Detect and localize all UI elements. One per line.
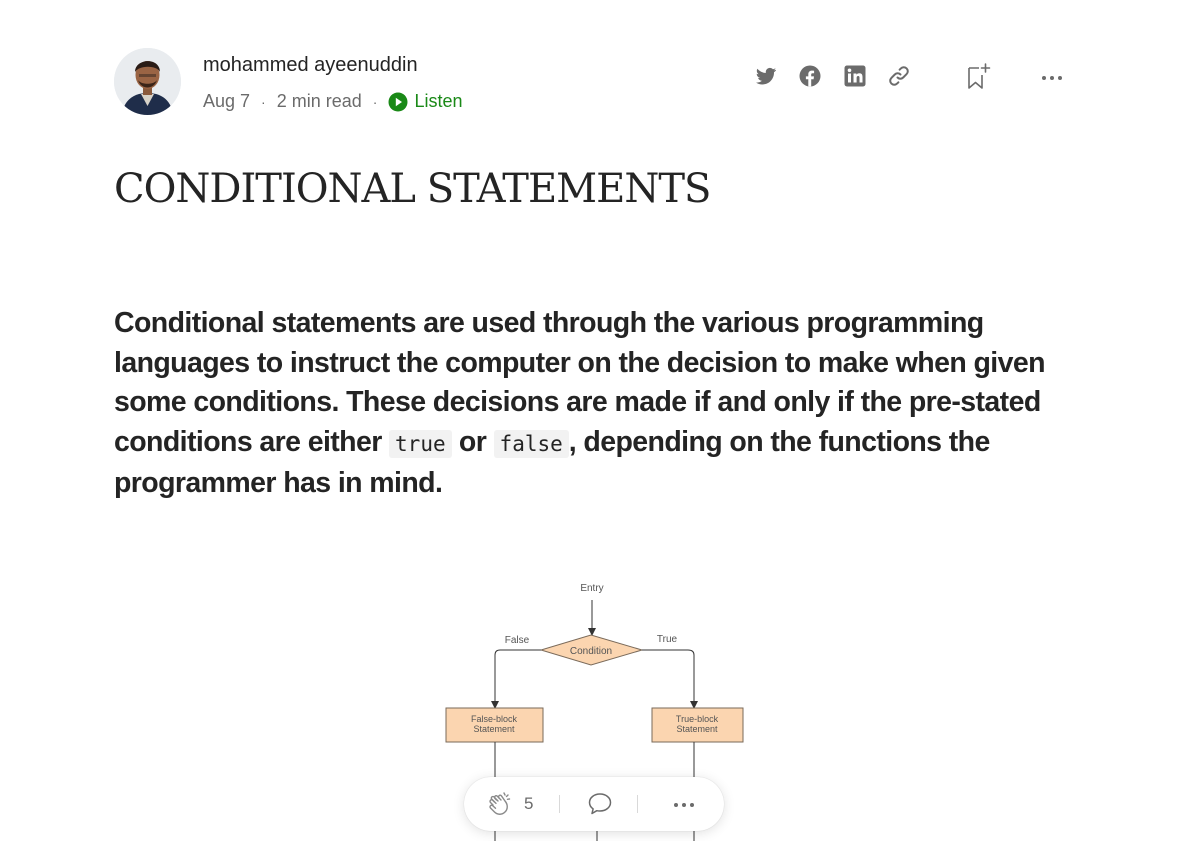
more-icon [674, 803, 694, 807]
facebook-icon[interactable] [798, 64, 822, 88]
article-title: CONDITIONAL STATEMENTS [114, 166, 711, 212]
flow-true-block-line2: Statement [676, 724, 718, 734]
post-meta: Aug 7 · 2 min read · Listen [203, 91, 462, 112]
flow-arrow [491, 649, 541, 709]
more-icon[interactable] [1040, 66, 1064, 90]
link-icon[interactable] [887, 64, 911, 88]
flow-false-block-line2: Statement [473, 724, 515, 734]
flow-true-label: True [657, 634, 678, 645]
flow-false-block-line1: False-block [471, 714, 518, 724]
flow-arrow [642, 649, 698, 709]
lead-text: or [451, 425, 494, 458]
post-date: Aug 7 [203, 91, 251, 111]
flow-false-label: False [505, 635, 530, 646]
meta-separator: · [372, 93, 378, 110]
flow-entry-label: Entry [580, 583, 603, 594]
code-false: false [493, 429, 569, 458]
clap-icon [489, 792, 511, 815]
clap-button[interactable]: 5 [486, 790, 533, 818]
comment-button[interactable] [586, 791, 614, 822]
author-avatar[interactable] [114, 48, 181, 115]
more-actions-button[interactable] [672, 793, 696, 822]
linkedin-icon[interactable] [843, 64, 867, 88]
action-divider [559, 795, 560, 813]
flow-condition-label: Condition [570, 646, 612, 657]
floating-action-bar: 5 [464, 777, 724, 831]
meta-separator: · [261, 93, 266, 110]
twitter-icon[interactable] [754, 64, 778, 88]
read-time: 2 min read [276, 91, 362, 111]
listen-label: Listen [414, 91, 463, 111]
listen-button[interactable]: Listen [388, 91, 462, 112]
flow-true-block-line1: True-block [676, 714, 719, 724]
play-icon [388, 92, 408, 111]
comment-icon [588, 793, 612, 815]
article-lead-paragraph: Conditional statements are used through … [114, 304, 1074, 504]
author-name[interactable]: mohammed ayeenuddin [203, 54, 418, 77]
action-divider [637, 795, 638, 813]
code-true: true [389, 429, 452, 458]
clap-count: 5 [524, 794, 534, 813]
bookmark-add-icon[interactable] [964, 62, 992, 90]
